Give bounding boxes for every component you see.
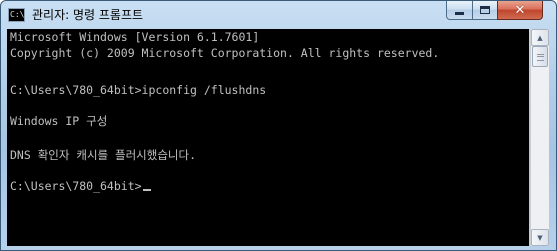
maximize-button[interactable] — [472, 1, 498, 20]
chevron-up-icon: ▲ — [537, 33, 543, 42]
minimize-icon — [455, 12, 464, 15]
text-cursor — [142, 189, 151, 191]
minimize-button[interactable] — [446, 1, 473, 20]
scrollbar-thumb[interactable] — [532, 46, 548, 67]
maximize-icon — [480, 6, 490, 14]
console-line: DNS 확인자 캐시를 플러시했습니다. — [10, 148, 197, 162]
console-prompt-line[interactable]: C:\Users\780_64bit> — [10, 179, 151, 193]
scroll-down-button[interactable]: ▼ — [531, 229, 549, 246]
close-button[interactable]: ✕ — [497, 1, 543, 20]
cmd-icon[interactable]: C:\ — [8, 8, 25, 22]
command-prompt-window: C:\ 관리자: 명령 프롬프트 ✕ Microsoft Windows [Ve… — [0, 0, 557, 251]
console-line: Windows IP 구성 — [10, 114, 108, 128]
grip-icon — [537, 54, 544, 61]
console-line: Copyright (c) 2009 Microsoft Corporation… — [10, 46, 440, 60]
scroll-up-button[interactable]: ▲ — [531, 29, 549, 46]
console-prompt: C:\Users\780_64bit> — [10, 179, 142, 193]
vertical-scrollbar[interactable]: ▲ ▼ — [530, 29, 549, 246]
console-output[interactable]: Microsoft Windows [Version 6.1.7601] Cop… — [7, 29, 529, 246]
window-title: 관리자: 명령 프롬프트 — [32, 8, 144, 22]
console-line: Microsoft Windows [Version 6.1.7601] — [10, 30, 260, 44]
scrollbar-track[interactable] — [531, 46, 549, 229]
chevron-down-icon: ▼ — [537, 233, 543, 242]
console-line: C:\Users\780_64bit>ipconfig /flushdns — [10, 83, 267, 97]
close-icon: ✕ — [514, 2, 526, 18]
